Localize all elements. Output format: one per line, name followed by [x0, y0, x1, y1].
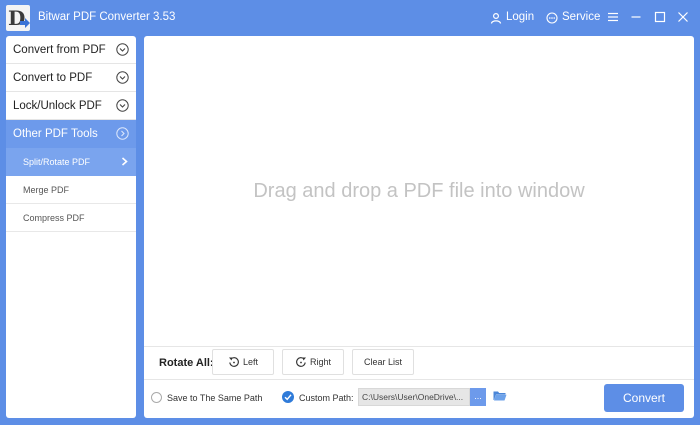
output-bar: Save to The Same Path Custom Path: C:\Us… — [144, 380, 694, 418]
app-title: Bitwar PDF Converter 3.53 — [38, 11, 176, 23]
subitem-label: Merge PDF — [23, 184, 70, 195]
maximize-icon — [654, 11, 666, 23]
app-logo: D — [6, 5, 30, 31]
save-same-path-radio[interactable] — [151, 392, 162, 403]
sidebar-item-convert-from-pdf[interactable]: Convert from PDF — [6, 36, 136, 64]
save-same-path-label: Save to The Same Path — [167, 393, 263, 403]
close-icon — [678, 12, 688, 22]
chevron-down-icon — [116, 43, 129, 56]
sidebar-item-label: Convert to PDF — [13, 71, 93, 84]
maximize-button[interactable] — [650, 8, 670, 26]
main-panel: Drag and drop a PDF file into window Rot… — [144, 36, 694, 418]
menu-button[interactable] — [603, 8, 623, 26]
clear-list-label: Clear List — [363, 357, 402, 367]
drop-zone[interactable]: Drag and drop a PDF file into window — [144, 36, 694, 346]
browse-path-button[interactable]: ... — [470, 388, 486, 406]
sidebar-item-convert-to-pdf[interactable]: Convert to PDF — [6, 64, 136, 92]
check-icon — [284, 394, 292, 401]
sidebar-item-label: Convert from PDF — [13, 43, 106, 56]
service-label: Service — [562, 11, 601, 23]
convert-button[interactable]: Convert — [604, 384, 684, 412]
custom-path-input[interactable]: C:\Users\User\OneDrive\... — [358, 388, 470, 406]
clear-list-button[interactable]: Clear List — [352, 349, 414, 375]
drop-hint: Drag and drop a PDF file into window — [253, 179, 585, 202]
rotate-right-button[interactable]: Right — [282, 349, 344, 375]
chevron-down-icon — [116, 71, 129, 84]
subitem-label: Split/Rotate PDF — [23, 156, 91, 167]
rotate-left-icon — [228, 357, 239, 367]
close-button[interactable] — [673, 8, 693, 26]
custom-path-label: Custom Path: — [299, 393, 354, 403]
rotate-right-label: Right — [309, 357, 331, 367]
rotate-right-icon — [296, 357, 306, 367]
chevron-down-icon — [116, 99, 129, 112]
sidebar-item-label: Other PDF Tools — [13, 127, 98, 140]
login-label: Login — [506, 11, 535, 23]
user-icon — [490, 12, 502, 24]
service-button[interactable]: Service — [546, 10, 600, 25]
rotate-all-label: Rotate All: — [159, 357, 214, 369]
login-button[interactable]: Login — [490, 10, 534, 25]
sidebar: Convert from PDF Convert to PDF Lock/Unl… — [6, 36, 136, 418]
sidebar-item-other-pdf-tools[interactable]: Other PDF Tools — [6, 120, 136, 148]
sidebar-subitem-merge-pdf[interactable]: Merge PDF — [6, 176, 136, 204]
sidebar-subitem-compress-pdf[interactable]: Compress PDF — [6, 204, 136, 232]
rotate-left-button[interactable]: Left — [212, 349, 274, 375]
folder-icon — [493, 391, 507, 401]
sidebar-item-lock-unlock-pdf[interactable]: Lock/Unlock PDF — [6, 92, 136, 120]
custom-path-checkbox[interactable] — [282, 391, 294, 403]
subitem-label: Compress PDF — [23, 212, 85, 223]
chevron-right-icon — [116, 127, 129, 140]
open-folder-button[interactable] — [493, 390, 507, 404]
sidebar-item-label: Lock/Unlock PDF — [13, 99, 102, 112]
sidebar-subitem-split-rotate-pdf[interactable]: Split/Rotate PDF — [6, 148, 136, 176]
menu-icon — [608, 12, 618, 22]
rotate-toolbar: Rotate All: Left Right Clear List — [144, 346, 694, 380]
rotate-left-label: Left — [242, 357, 258, 367]
minimize-button[interactable] — [626, 8, 646, 26]
logo-arrow-icon — [20, 18, 30, 28]
minimize-icon — [631, 16, 641, 18]
title-bar: D Bitwar PDF Converter 3.53 Login Servic… — [0, 0, 700, 35]
chat-icon — [546, 11, 558, 24]
chevron-right-icon — [121, 157, 128, 166]
